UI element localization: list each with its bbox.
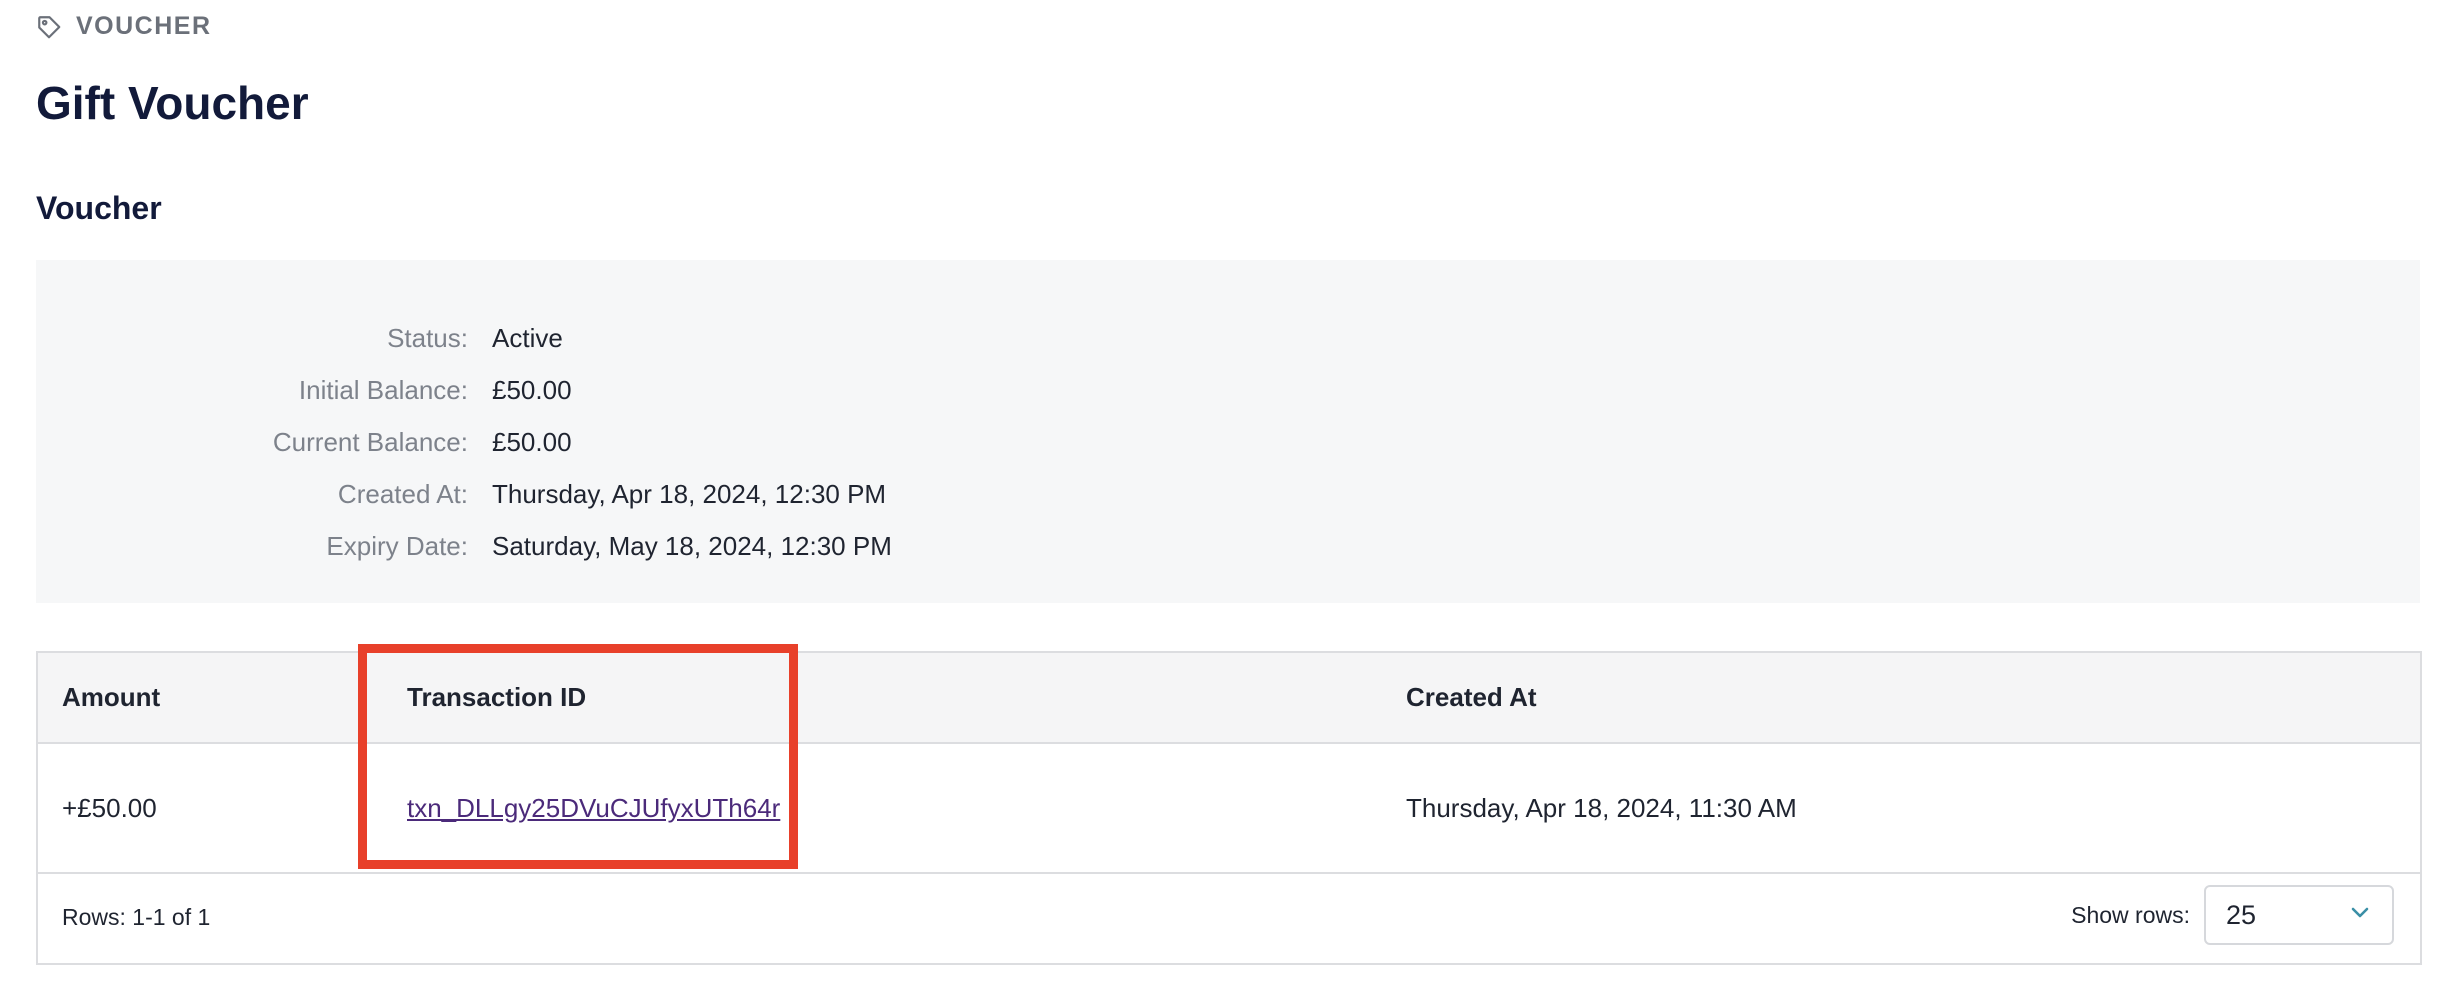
- transactions-table: Amount Transaction ID Created At +£50.00…: [36, 651, 2422, 965]
- detail-row-initial-balance: Initial Balance: £50.00: [36, 364, 2420, 416]
- show-rows: Show rows: 25: [2071, 885, 2394, 945]
- detail-label: Expiry Date:: [326, 531, 468, 561]
- detail-label: Initial Balance:: [298, 375, 468, 405]
- tag-icon: [36, 14, 62, 40]
- detail-label: Created At:: [337, 479, 468, 509]
- initial-balance-value: £50.00: [492, 375, 572, 405]
- column-header-created-at[interactable]: Created At: [1406, 653, 1537, 742]
- created-at-cell: Thursday, Apr 18, 2024, 11:30 AM: [1406, 793, 1797, 823]
- amount-cell: +£50.00: [62, 793, 157, 823]
- voucher-details: Status: Active Initial Balance: £50.00 C…: [36, 260, 2420, 603]
- created-at-value: Thursday, Apr 18, 2024, 12:30 PM: [492, 479, 887, 509]
- rows-info: Rows: 1-1 of 1: [62, 904, 211, 930]
- table-header: Amount Transaction ID Created At: [38, 653, 2420, 744]
- column-header-transaction-id[interactable]: Transaction ID: [407, 653, 586, 742]
- page-title: Gift Voucher: [36, 77, 309, 129]
- detail-row-created-at: Created At: Thursday, Apr 18, 2024, 12:3…: [36, 468, 2420, 520]
- detail-label: Status:: [387, 323, 468, 353]
- chevron-down-icon: [2350, 906, 2370, 925]
- detail-label: Current Balance:: [272, 427, 468, 457]
- transaction-id-cell: txn_DLLgy25DVuCJUfyxUTh64r: [407, 744, 780, 872]
- table-row: +£50.00 txn_DLLgy25DVuCJUfyxUTh64r Thurs…: [38, 744, 2420, 874]
- status-value: Active: [492, 323, 563, 353]
- table-footer: Rows: 1-1 of 1 Show rows: 25: [38, 874, 2420, 961]
- transaction-id-link[interactable]: txn_DLLgy25DVuCJUfyxUTh64r: [407, 793, 780, 823]
- rows-per-page-value: 25: [2226, 899, 2257, 930]
- detail-row-status: Status: Active: [36, 312, 2420, 364]
- current-balance-value: £50.00: [492, 427, 572, 457]
- section-title: Voucher: [36, 190, 162, 226]
- expiry-date-value: Saturday, May 18, 2024, 12:30 PM: [492, 531, 892, 561]
- detail-row-expiry-date: Expiry Date: Saturday, May 18, 2024, 12:…: [36, 520, 2420, 572]
- rows-per-page-select[interactable]: 25: [2204, 885, 2394, 945]
- column-header-amount[interactable]: Amount: [62, 653, 160, 742]
- show-rows-label: Show rows:: [2071, 901, 2190, 928]
- breadcrumb-label: VOUCHER: [76, 12, 212, 40]
- breadcrumb: VOUCHER: [36, 12, 212, 41]
- detail-row-current-balance: Current Balance: £50.00: [36, 416, 2420, 468]
